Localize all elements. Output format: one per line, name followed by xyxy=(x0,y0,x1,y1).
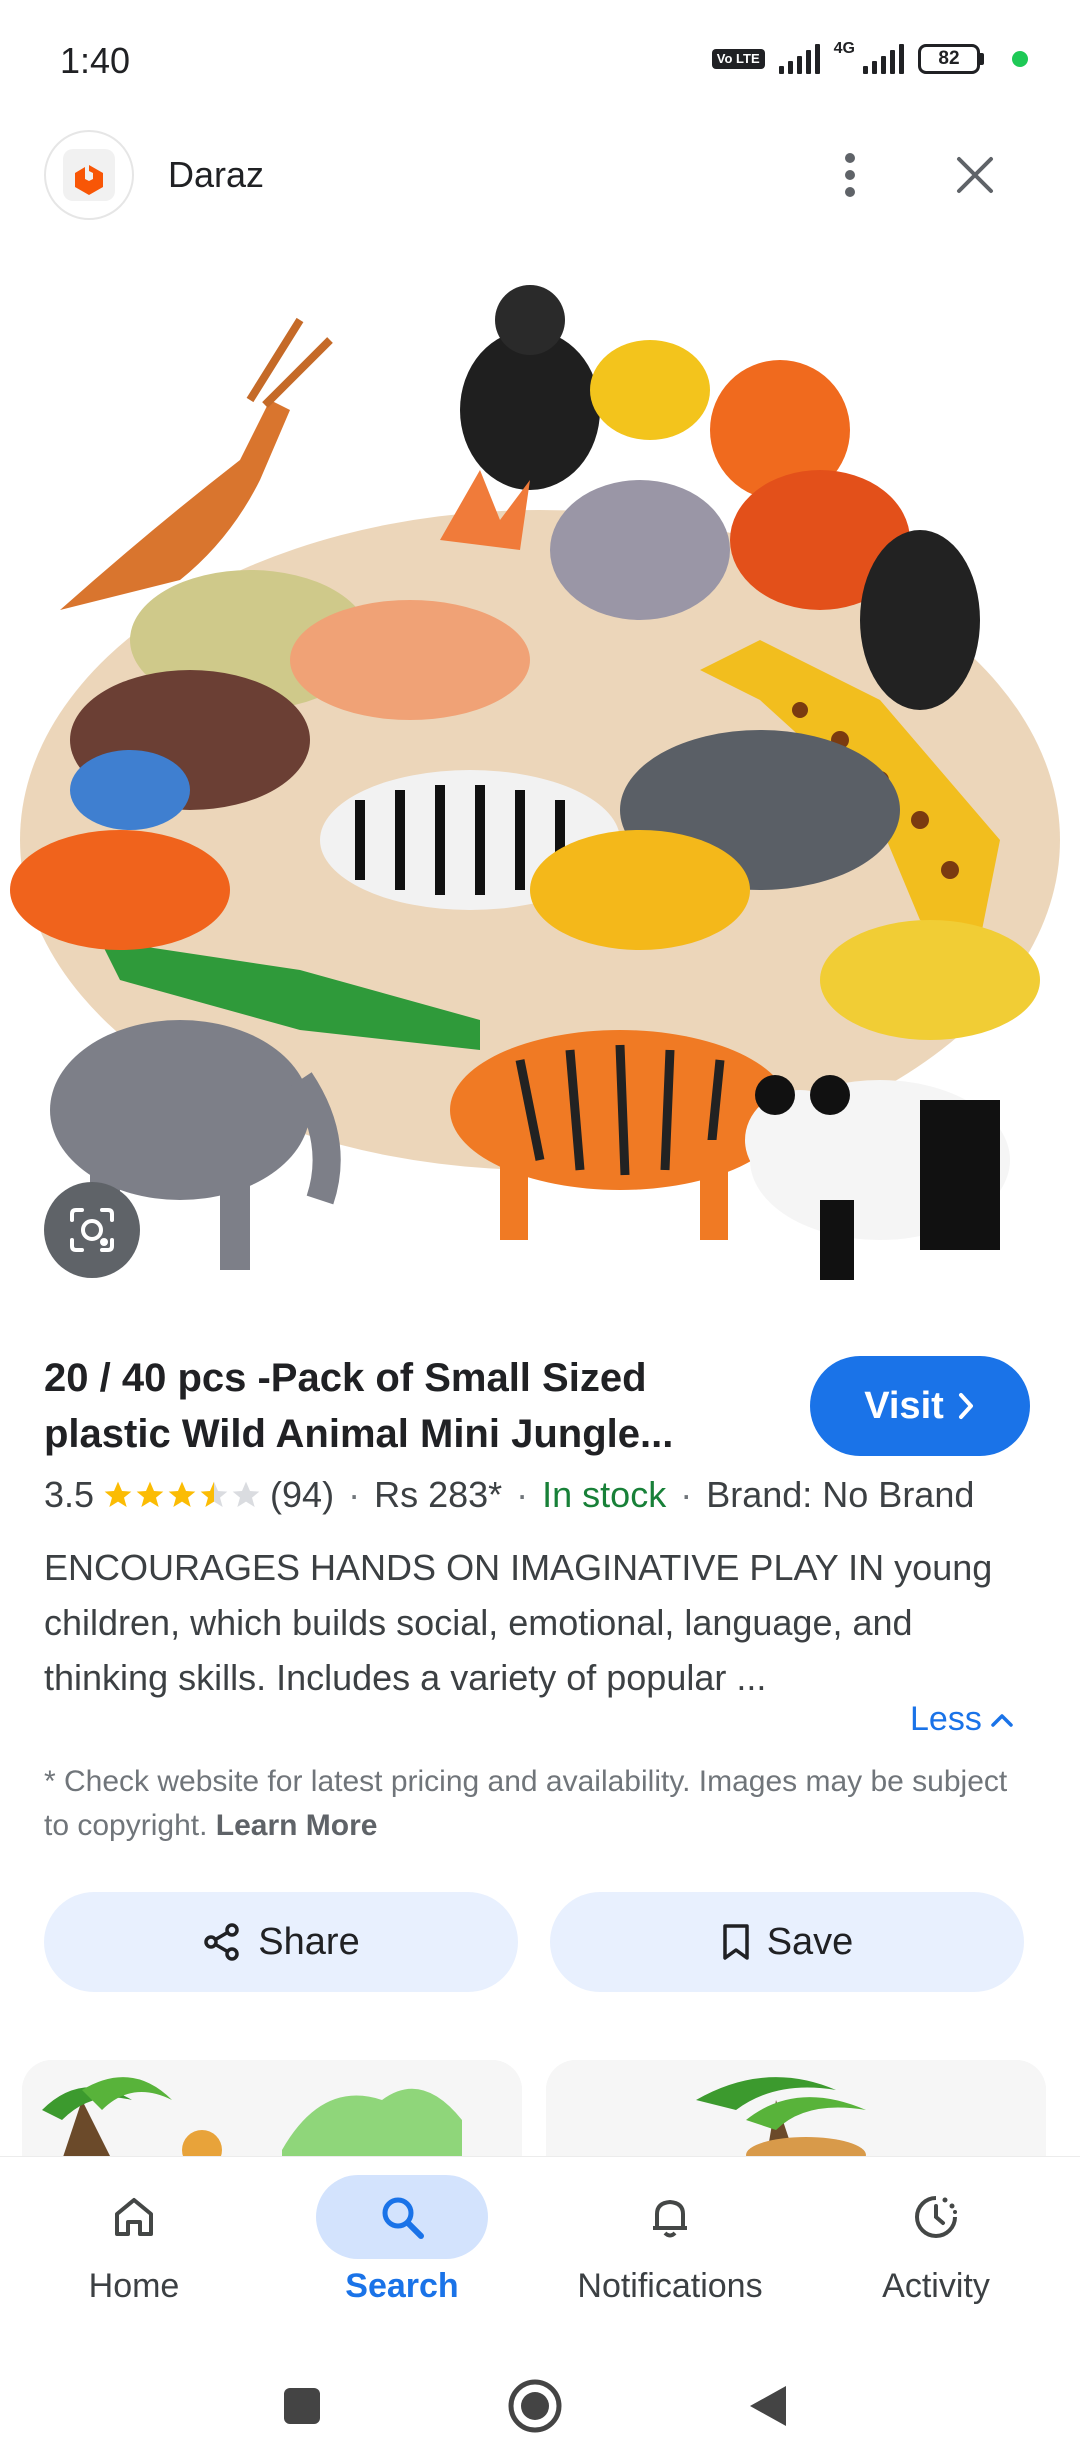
nav-search[interactable]: Search xyxy=(272,2157,532,2347)
bookmark-icon xyxy=(722,1924,749,1960)
more-vert-icon xyxy=(845,153,855,197)
lens-icon xyxy=(70,1208,114,1252)
visit-button-label: Visit xyxy=(864,1384,944,1427)
nav-search-label: Search xyxy=(345,2267,459,2305)
bottom-navigation: Home Search Notifications Activity xyxy=(0,2156,1080,2346)
visit-button[interactable]: Visit xyxy=(810,1356,1030,1456)
less-label: Less xyxy=(910,1700,982,1738)
chevron-up-icon xyxy=(991,1713,1013,1727)
home-system-button[interactable] xyxy=(495,2366,575,2446)
save-button[interactable]: Save xyxy=(550,1892,1024,1992)
signal-icon xyxy=(778,44,820,74)
battery-icon: 82 xyxy=(918,44,984,74)
share-label: Share xyxy=(258,1920,360,1963)
close-button[interactable] xyxy=(940,140,1010,210)
back-button[interactable] xyxy=(728,2366,808,2446)
share-icon xyxy=(204,1923,240,1961)
bell-icon xyxy=(653,2200,687,2238)
site-name[interactable]: Daraz xyxy=(168,154,264,196)
related-thumbnail-1 xyxy=(22,2060,522,2160)
status-icons: Vo LTE 4G 82 xyxy=(711,40,1028,74)
volte-icon: Vo LTE xyxy=(711,49,765,69)
save-label: Save xyxy=(766,1920,854,1963)
price: Rs 283* xyxy=(374,1474,503,1515)
product-description: ENCOURAGES HANDS ON IMAGINATIVE PLAY IN … xyxy=(44,1547,993,1698)
site-logo[interactable] xyxy=(44,130,134,220)
stock-status: In stock xyxy=(542,1474,667,1515)
close-icon xyxy=(957,157,993,193)
recents-icon xyxy=(284,2388,320,2424)
home-icon xyxy=(115,2198,153,2236)
learn-more-link[interactable]: Learn More xyxy=(216,1809,378,1842)
chevron-right-icon xyxy=(958,1393,973,1419)
battery-level: 82 xyxy=(918,44,980,74)
less-button[interactable]: Less xyxy=(910,1700,1014,1739)
star-full-icon xyxy=(136,1481,164,1507)
lens-search-button[interactable] xyxy=(44,1182,140,1278)
star-full-icon xyxy=(104,1481,132,1507)
network-type-label: 4G xyxy=(833,40,855,57)
result-header: Daraz xyxy=(0,130,1080,270)
back-triangle-icon xyxy=(750,2386,786,2426)
brand: Brand: No Brand xyxy=(706,1474,975,1515)
related-result-1[interactable] xyxy=(22,2060,522,2160)
daraz-logo-icon xyxy=(75,155,103,195)
nav-home[interactable]: Home xyxy=(4,2157,264,2347)
product-image[interactable] xyxy=(0,280,1080,1300)
product-title[interactable]: 20 / 40 pcs -Pack of Small Sized plastic… xyxy=(44,1350,764,1462)
signal-icon-2 xyxy=(863,44,904,74)
recents-button[interactable] xyxy=(262,2366,342,2446)
share-button[interactable]: Share xyxy=(44,1892,518,1992)
activity-icon xyxy=(915,2196,957,2238)
review-count: (94) xyxy=(270,1474,335,1515)
more-options-button[interactable] xyxy=(815,140,885,210)
system-navigation-bar xyxy=(0,2346,1080,2460)
nav-activity-label: Activity xyxy=(882,2267,990,2305)
star-empty-icon xyxy=(232,1481,260,1507)
star-half-icon xyxy=(200,1481,228,1507)
disclaimer: * Check website for latest pricing and a… xyxy=(44,1760,1034,1848)
disclaimer-text: * Check website for latest pricing and a… xyxy=(44,1765,1008,1842)
home-circle-icon xyxy=(508,2379,562,2433)
nav-notifications[interactable]: Notifications xyxy=(540,2157,800,2347)
rating-value: 3.5 xyxy=(44,1474,95,1515)
rating-stars xyxy=(102,1479,262,1511)
nav-notifications-label: Notifications xyxy=(577,2267,763,2305)
status-time: 1:40 xyxy=(60,40,131,81)
nav-home-label: Home xyxy=(88,2267,180,2305)
related-thumbnail-2 xyxy=(546,2060,1046,2160)
nav-activity[interactable]: Activity xyxy=(806,2157,1066,2347)
related-result-2[interactable] xyxy=(546,2060,1046,2160)
toy-animals-image xyxy=(0,280,1080,1300)
product-meta-row: 3.5 (94) · Rs 283* · In stock · Brand: N… xyxy=(44,1474,975,1515)
privacy-indicator-icon xyxy=(1012,51,1028,67)
status-bar: 1:40 Vo LTE 4G 82 xyxy=(0,0,1080,130)
star-full-icon xyxy=(168,1481,196,1507)
search-icon xyxy=(382,2197,424,2239)
